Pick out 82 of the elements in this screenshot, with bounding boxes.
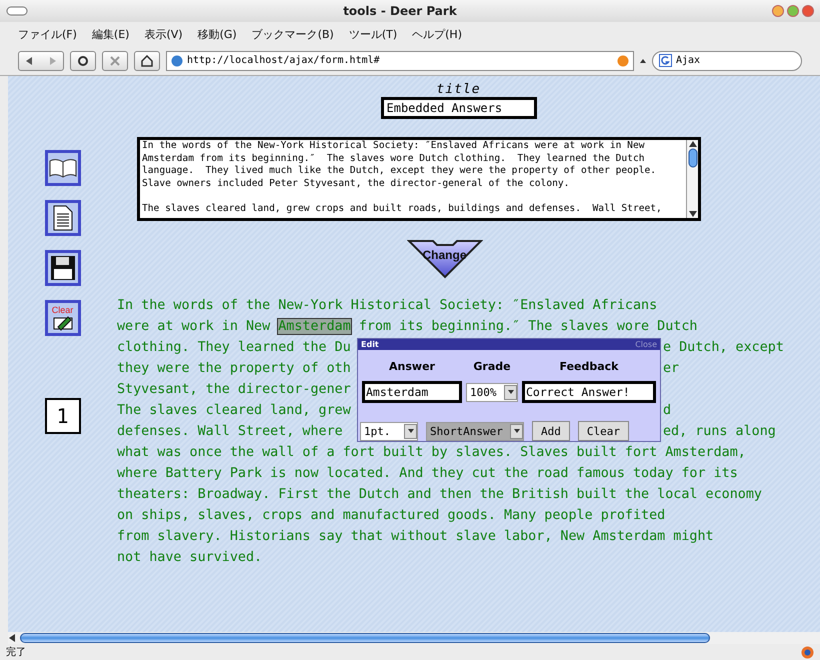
- popup-title: Edit: [361, 340, 379, 350]
- passage-text: they were the property of oth: [117, 360, 352, 378]
- scroll-left-icon: [8, 634, 16, 642]
- passage-text: ed, runs along: [663, 423, 777, 441]
- home-icon: [141, 54, 153, 66]
- text-line: In the words of the New-York Historical Society: ″Enslaved Africans were at work in New: [142, 140, 646, 152]
- vertical-scrollbar[interactable]: [686, 140, 698, 218]
- minimize-button[interactable]: [772, 5, 784, 17]
- passage-text: d: [663, 402, 672, 420]
- popup-button[interactable]: Clear: [578, 421, 629, 441]
- text-line: The slaves cleared land, grew crops and built roads, buildings and defenses. Wall Street,: [142, 202, 663, 215]
- reload-icon: [77, 54, 89, 66]
- menu-item[interactable]: ヘルプ(H): [412, 26, 462, 42]
- scroll-thumb-icon: [688, 148, 698, 168]
- close-icon: [110, 56, 120, 66]
- address-field[interactable]: http://localhost/ajax/form.html#: [166, 50, 634, 70]
- passage-text: er: [663, 360, 680, 378]
- passage-text: Styvesant, the director-gener: [117, 381, 352, 399]
- menu-item[interactable]: ファイル(F): [18, 26, 77, 42]
- title-field[interactable]: Embedded Answers: [380, 97, 536, 119]
- tool-button[interactable]: [44, 150, 80, 186]
- feedback-field[interactable]: Correct Answer!: [522, 381, 656, 403]
- text-line: language. They lived much like the Dutch, except they were the property of other people.: [142, 165, 658, 178]
- change-button[interactable]: Change: [406, 239, 482, 279]
- column-header: Answer: [388, 359, 436, 375]
- scroll-down-icon: [688, 210, 696, 218]
- close-button[interactable]: [802, 5, 814, 17]
- reload-button[interactable]: [70, 50, 96, 70]
- passage-text: from slavery. Historians say that without slave labor, New Amsterdam might: [117, 529, 714, 544]
- passage-text: clothing. They learned the Du: [117, 339, 352, 357]
- answer-field[interactable]: Amsterdam: [362, 381, 462, 403]
- caret-icon: [640, 58, 646, 62]
- caret-icon: [508, 390, 514, 394]
- stop-button[interactable]: [102, 50, 128, 70]
- search-field[interactable]: Ajax: [652, 50, 802, 70]
- window-menu-icon[interactable]: [6, 6, 28, 16]
- tool-button[interactable]: [44, 200, 80, 236]
- arrows-icon: [26, 56, 56, 64]
- passage-text: what was once the wall of a fort built by slaves. Slaves built fort Amsterdam,: [117, 445, 746, 460]
- popup-button[interactable]: Add: [532, 421, 570, 441]
- menu-item[interactable]: 移動(G): [198, 26, 237, 42]
- text-line: Amsterdam from its beginning.″ The slaves wore Dutch clothing. They learned the Dutch: [142, 152, 646, 165]
- page-number: 1: [44, 398, 80, 434]
- globe-icon: [171, 54, 183, 66]
- caret-icon: [514, 429, 520, 433]
- book-icon: [48, 158, 76, 178]
- passage-text: e Dutch, except: [663, 339, 785, 357]
- passage-text: from its beginning.″ The slaves wore Dutch: [358, 319, 698, 334]
- title-label: title: [436, 82, 481, 97]
- globe-icon: [801, 646, 814, 658]
- caret-icon: [408, 429, 414, 433]
- menu-item[interactable]: ブックマーク(B): [252, 26, 334, 42]
- close-link[interactable]: Close: [635, 340, 657, 350]
- home-button[interactable]: [134, 50, 160, 70]
- passage-text: The slaves cleared land, grew: [117, 402, 352, 420]
- status-text: 完了: [6, 646, 26, 659]
- menu-item[interactable]: ツール(T): [348, 26, 398, 42]
- clear-label: Clear: [52, 306, 74, 314]
- column-header: Feedback: [558, 359, 620, 375]
- window-title: tools - Deer Park: [343, 4, 457, 18]
- column-header: Grade: [472, 359, 512, 375]
- passage-text: were at work in New: [117, 319, 272, 334]
- menu-item[interactable]: 表示(V): [144, 26, 183, 42]
- eraser-icon: [52, 314, 74, 330]
- g-logo-icon: [659, 54, 672, 67]
- passage-text: theaters: Broadway. First the Dutch and then the British built the local economy: [117, 487, 762, 502]
- horizontal-scrollbar[interactable]: [8, 632, 820, 644]
- points-select[interactable]: 1pt.: [360, 422, 418, 440]
- grade-select[interactable]: 100%: [466, 382, 518, 402]
- text-line: Slave owners included Peter Styvesant, the director-general of the colony.: [142, 178, 570, 190]
- passage-text: defenses. Wall Street, where: [117, 423, 344, 441]
- passage-text: not have survived.: [117, 550, 262, 565]
- menu-item[interactable]: 編集(E): [92, 26, 130, 42]
- maximize-button[interactable]: [787, 5, 799, 17]
- passage-text: where Battery Park is now located. And they cut the road famous today for its: [117, 466, 738, 481]
- document-icon: [52, 205, 72, 231]
- passage-text: In the words of the New-York Historical Society: ″Enslaved Africans: [117, 298, 658, 313]
- source-text-area[interactable]: [137, 137, 701, 221]
- passage-text: on ships, slaves, crops and manufactured goods. Many people profited: [117, 508, 666, 523]
- tool-button[interactable]: [44, 250, 80, 286]
- back-forward-button[interactable]: [18, 50, 64, 70]
- type-select[interactable]: ShortAnswer: [426, 422, 524, 440]
